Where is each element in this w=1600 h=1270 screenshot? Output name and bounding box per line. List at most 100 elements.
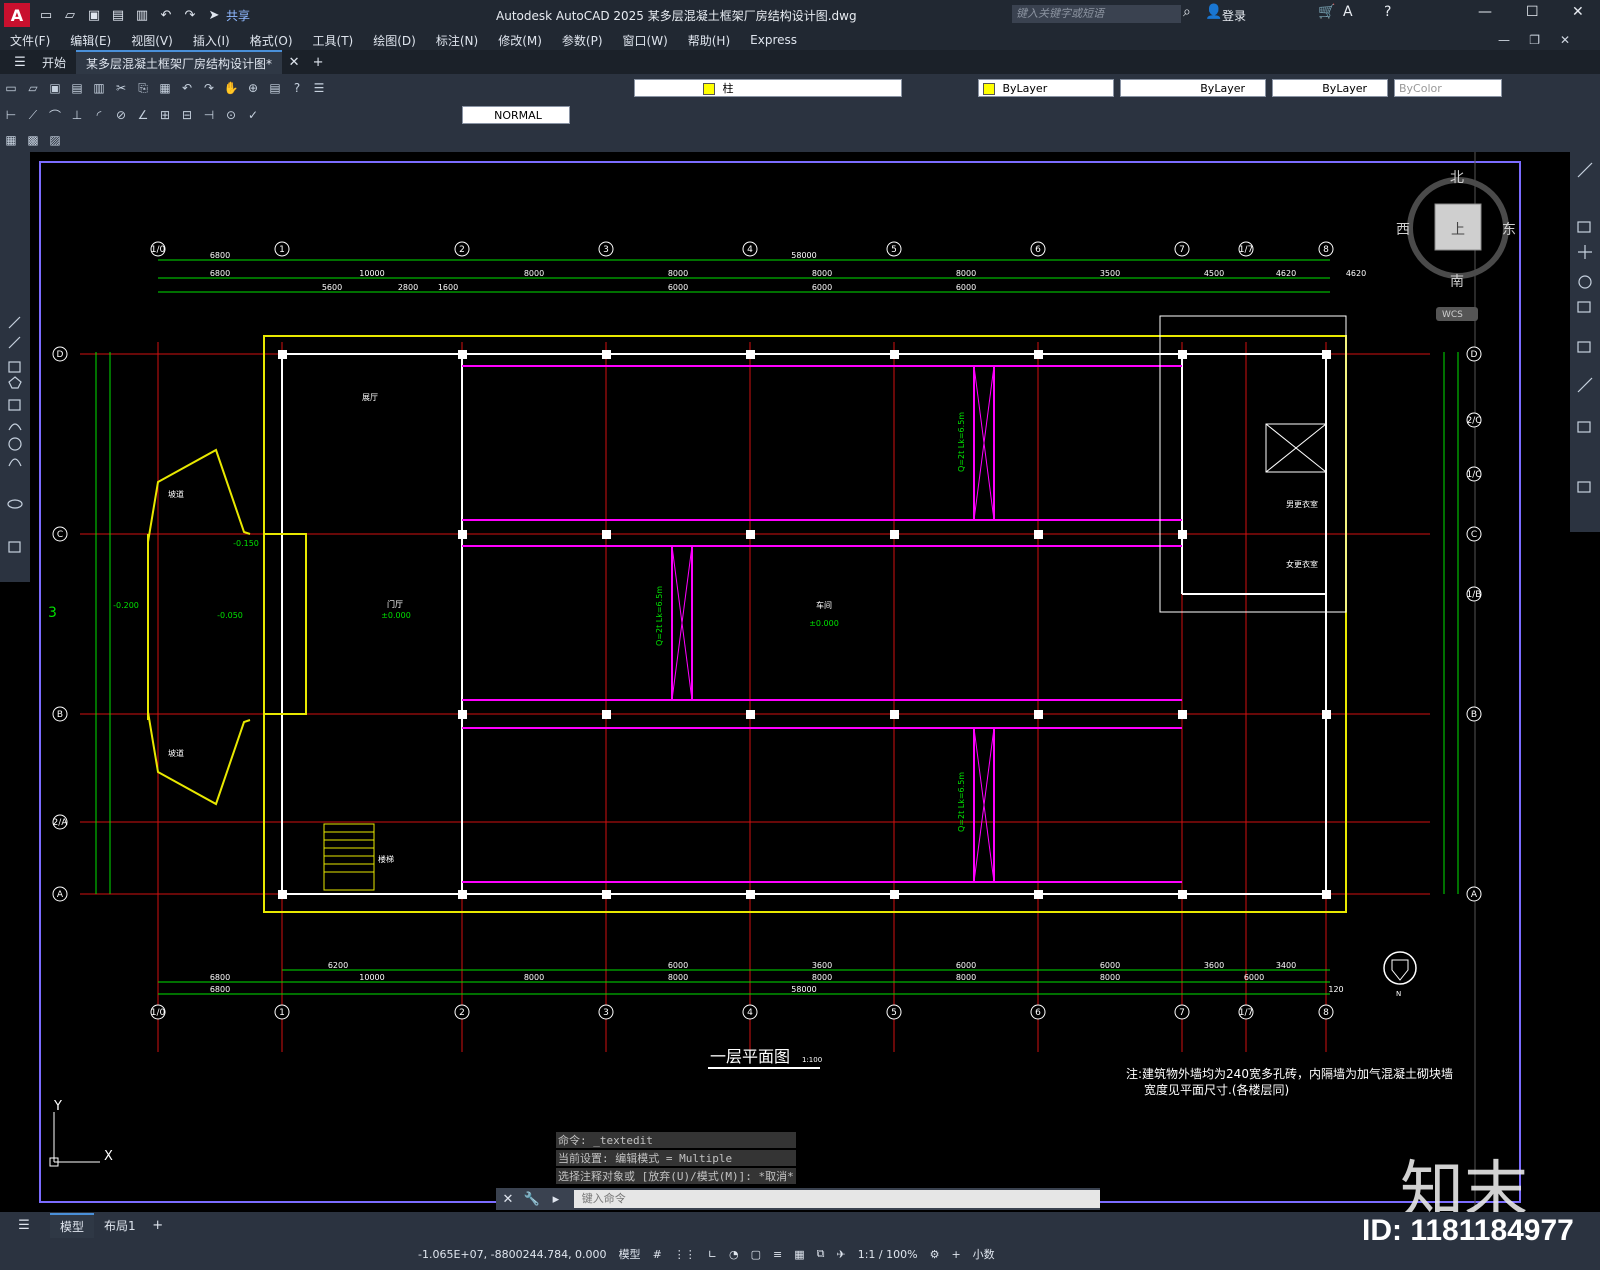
tab-model[interactable]: 模型 — [50, 1212, 95, 1238]
open-file-icon[interactable]: ▱ — [62, 7, 78, 23]
close-button[interactable]: ✕ — [1572, 4, 1584, 20]
baseline-dim-icon[interactable]: ⊟ — [178, 106, 196, 124]
drawing-canvas[interactable]: 1/0 1 2 3 4 5 6 7 1/7 8 1/0 1 2 3 4 5 6 … — [30, 152, 1570, 1210]
menu-express[interactable]: Express — [750, 33, 797, 47]
menu-format[interactable]: 格式(O) — [250, 32, 293, 49]
layer-manager-icon[interactable]: ☰ — [310, 79, 328, 97]
save-icon[interactable]: ▣ — [46, 79, 64, 97]
pan-icon[interactable]: ✋ — [222, 79, 240, 97]
command-input[interactable] — [573, 1190, 1101, 1208]
command-prompt-icon[interactable]: ▸ — [548, 1191, 564, 1207]
help-icon[interactable]: ? — [1384, 4, 1391, 20]
save-icon[interactable]: ▣ — [86, 7, 102, 23]
share-icon[interactable]: ➤ — [206, 7, 222, 23]
tab-start[interactable]: 开始 — [32, 51, 76, 74]
customize-command-icon[interactable]: 🔧 — [524, 1191, 540, 1207]
snap-icon[interactable]: ⋮⋮ — [674, 1248, 696, 1261]
new-file-icon[interactable]: ▭ — [38, 7, 54, 23]
menu-view[interactable]: 视图(V) — [131, 32, 173, 49]
help-icon[interactable]: ? — [288, 79, 306, 97]
menu-insert[interactable]: 插入(I) — [193, 32, 230, 49]
menu-parametric[interactable]: 参数(P) — [562, 32, 603, 49]
linetype-dropdown[interactable]: ByLayer — [1120, 79, 1266, 97]
linear-dim-icon[interactable]: ⊢ — [2, 106, 20, 124]
inspect-icon[interactable]: ✓ — [244, 106, 262, 124]
zoom-icon[interactable]: ⊕ — [244, 79, 262, 97]
osnap-icon[interactable]: ▢ — [751, 1248, 761, 1261]
new-icon[interactable]: ▭ — [2, 79, 20, 97]
doc-minimize-button[interactable]: — — [1498, 33, 1510, 47]
center-mark-icon[interactable]: ⊙ — [222, 106, 240, 124]
tab-document[interactable]: 某多层混凝土框架厂房结构设计图* — [76, 49, 283, 75]
menu-dimension[interactable]: 标注(N) — [436, 32, 478, 49]
angular-dim-icon[interactable]: ∠ — [134, 106, 152, 124]
modify-tools-icons[interactable] — [1570, 152, 1600, 532]
open-icon[interactable]: ▱ — [24, 79, 42, 97]
print-icon[interactable]: ▤ — [68, 79, 86, 97]
dimstyle-dropdown[interactable]: NORMAL — [462, 106, 570, 124]
paste-icon[interactable]: ▦ — [156, 79, 174, 97]
search-input[interactable]: 键入关键字或短语 — [1012, 5, 1181, 23]
radius-dim-icon[interactable]: ◜ — [90, 106, 108, 124]
copy-icon[interactable]: ⎘ — [134, 79, 152, 97]
block-edit-icon[interactable]: ▦ — [2, 131, 20, 149]
model-space-button[interactable]: 模型 — [619, 1246, 641, 1262]
ordinate-dim-icon[interactable]: ⊥ — [68, 106, 86, 124]
redo-icon[interactable]: ↷ — [182, 7, 198, 23]
doc-close-button[interactable]: ✕ — [1560, 33, 1570, 47]
doc-restore-button[interactable]: ❐ — [1529, 33, 1540, 47]
close-tab-icon[interactable]: ✕ — [286, 54, 302, 70]
hamburger-menu-icon[interactable]: ☰ — [12, 54, 28, 70]
app-logo-icon[interactable]: A — [4, 3, 30, 27]
selection-cycling-icon[interactable]: ⧉ — [817, 1247, 825, 1261]
properties-icon[interactable]: ▤ — [266, 79, 284, 97]
menu-file[interactable]: 文件(F) — [10, 32, 50, 49]
block-close-icon[interactable]: ▨ — [46, 131, 64, 149]
preview-icon[interactable]: ▥ — [90, 79, 108, 97]
workspace-gear-icon[interactable]: ⚙ — [930, 1248, 940, 1261]
tab-layout1[interactable]: 布局1 — [94, 1214, 146, 1237]
layer-dropdown[interactable]: 柱 — [634, 79, 902, 97]
menu-window[interactable]: 窗口(W) — [623, 32, 668, 49]
add-layout-icon[interactable]: + — [150, 1217, 166, 1233]
arc-length-icon[interactable]: ⌒ — [46, 106, 64, 124]
polar-icon[interactable]: ◔ — [729, 1248, 739, 1261]
menu-help[interactable]: 帮助(H) — [688, 32, 730, 49]
block-save-icon[interactable]: ▩ — [24, 131, 42, 149]
annotation-scale-dropdown[interactable]: 1:1 / 100% — [858, 1248, 918, 1261]
quick-dim-icon[interactable]: ⊞ — [156, 106, 174, 124]
plot-icon[interactable]: ▥ — [134, 7, 150, 23]
layout-menu-icon[interactable]: ☰ — [16, 1217, 32, 1233]
cart-icon[interactable]: 🛒 — [1318, 4, 1335, 20]
lineweight-dropdown[interactable]: ByLayer — [1272, 79, 1388, 97]
grid-icon[interactable]: # — [653, 1248, 662, 1261]
viewcube-east-label[interactable]: 东 — [1502, 222, 1516, 238]
search-icon[interactable]: ⌕ — [1183, 4, 1191, 20]
continue-dim-icon[interactable]: ⊣ — [200, 106, 218, 124]
transparency-icon[interactable]: ▦ — [794, 1248, 804, 1261]
undo-icon[interactable]: ↶ — [158, 7, 174, 23]
annotation-monitor-icon[interactable]: + — [951, 1248, 960, 1261]
new-tab-icon[interactable]: + — [310, 54, 326, 70]
save-as-icon[interactable]: ▤ — [110, 7, 126, 23]
user-icon[interactable]: 👤 — [1205, 4, 1222, 20]
cut-icon[interactable]: ✂ — [112, 79, 130, 97]
undo-icon[interactable]: ↶ — [178, 79, 196, 97]
viewcube-south-label[interactable]: 南 — [1450, 274, 1464, 290]
lineweight-toggle-icon[interactable]: ≡ — [773, 1248, 782, 1261]
viewcube[interactable]: 上 北 南 东 西 WCS — [1396, 170, 1516, 321]
diameter-dim-icon[interactable]: ⊘ — [112, 106, 130, 124]
viewcube-west-label[interactable]: 西 — [1396, 222, 1410, 238]
close-command-icon[interactable]: ✕ — [500, 1191, 516, 1207]
ortho-icon[interactable]: ∟ — [708, 1248, 717, 1261]
coordinates-readout[interactable]: -1.065E+07, -8800244.784, 0.000 — [418, 1248, 607, 1261]
share-button[interactable]: 共享 — [226, 7, 250, 24]
maximize-button[interactable]: ☐ — [1526, 4, 1539, 20]
annotation-visibility-icon[interactable]: ✈ — [837, 1248, 846, 1261]
redo-icon[interactable]: ↷ — [200, 79, 218, 97]
aligned-dim-icon[interactable]: ⟋ — [24, 106, 42, 124]
autodesk-app-icon[interactable]: A — [1343, 4, 1353, 20]
signin-button[interactable]: 登录 — [1222, 7, 1246, 24]
minimize-button[interactable]: — — [1478, 4, 1492, 20]
menu-modify[interactable]: 修改(M) — [498, 32, 542, 49]
